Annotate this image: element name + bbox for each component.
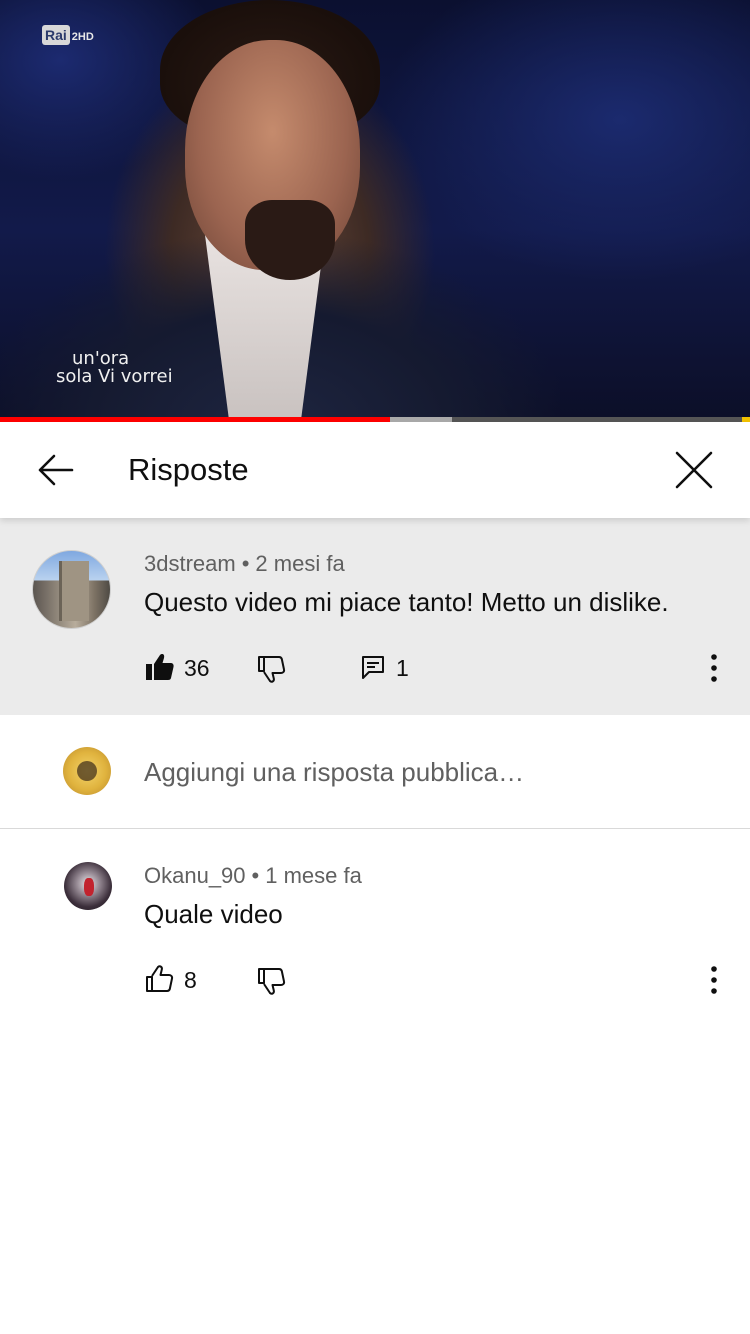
close-button[interactable] (668, 444, 720, 496)
avatar-building (59, 561, 89, 621)
comment-text: Quale video (144, 899, 283, 929)
comment-meta: 3dstream • 2 mesi fa (144, 550, 345, 578)
thumbs-up-icon (146, 965, 174, 992)
show-logo-line2: sola Vi vorrei (56, 366, 173, 387)
comment-author[interactable]: Okanu_90 (144, 863, 246, 888)
like-button[interactable] (144, 651, 178, 685)
channel-logo: Rai 2HD (38, 22, 98, 48)
thumbs-up-filled-icon (146, 654, 174, 680)
like-count: 36 (184, 655, 210, 681)
reply-input-row (0, 715, 750, 829)
comment-author[interactable]: 3dstream (144, 551, 236, 576)
more-options-button[interactable] (700, 960, 728, 1000)
reply-count: 1 (396, 655, 409, 681)
page-title: Risposte (128, 452, 249, 487)
reply-button[interactable] (360, 654, 388, 682)
back-button[interactable] (30, 446, 82, 494)
avatar[interactable] (32, 550, 111, 629)
my-avatar (63, 747, 111, 795)
comment-time: 1 mese fa (265, 863, 362, 888)
reply-comment: Okanu_90 • 1 mese fa Quale video 8 (0, 830, 750, 1010)
like-count: 8 (184, 967, 197, 993)
dislike-button[interactable] (256, 965, 290, 999)
channel-logo-main: Rai (42, 25, 70, 45)
comment-text: Questo video mi piace tanto! Metto un di… (144, 587, 669, 617)
comment-icon (362, 656, 384, 679)
more-vertical-icon (711, 654, 717, 682)
thumbs-down-icon (258, 968, 286, 995)
avatar-graphic (84, 878, 94, 896)
avatar[interactable] (64, 862, 112, 910)
dislike-button[interactable] (256, 653, 290, 687)
meta-separator: • (241, 551, 250, 576)
channel-logo-sub: 2HD (71, 31, 94, 43)
show-logo: un'ora sola Vi vorrei (56, 350, 176, 386)
more-options-button[interactable] (700, 648, 728, 688)
arrow-left-icon (38, 454, 74, 486)
comment-time: 2 mesi fa (255, 551, 345, 576)
meta-separator: • (251, 863, 260, 888)
video-player[interactable]: Rai 2HD un'ora sola Vi vorrei (0, 0, 750, 418)
close-icon (675, 451, 713, 489)
thumbs-down-icon (258, 656, 286, 683)
like-button[interactable] (144, 963, 178, 997)
video-frame-beard (245, 200, 335, 280)
replies-header: Risposte (0, 422, 750, 518)
reply-input[interactable] (144, 753, 704, 791)
more-vertical-icon (711, 966, 717, 994)
my-avatar-graphic (77, 761, 97, 781)
parent-comment: 3dstream • 2 mesi fa Questo video mi piace… (0, 518, 750, 715)
comment-meta: Okanu_90 • 1 mese fa (144, 862, 362, 890)
